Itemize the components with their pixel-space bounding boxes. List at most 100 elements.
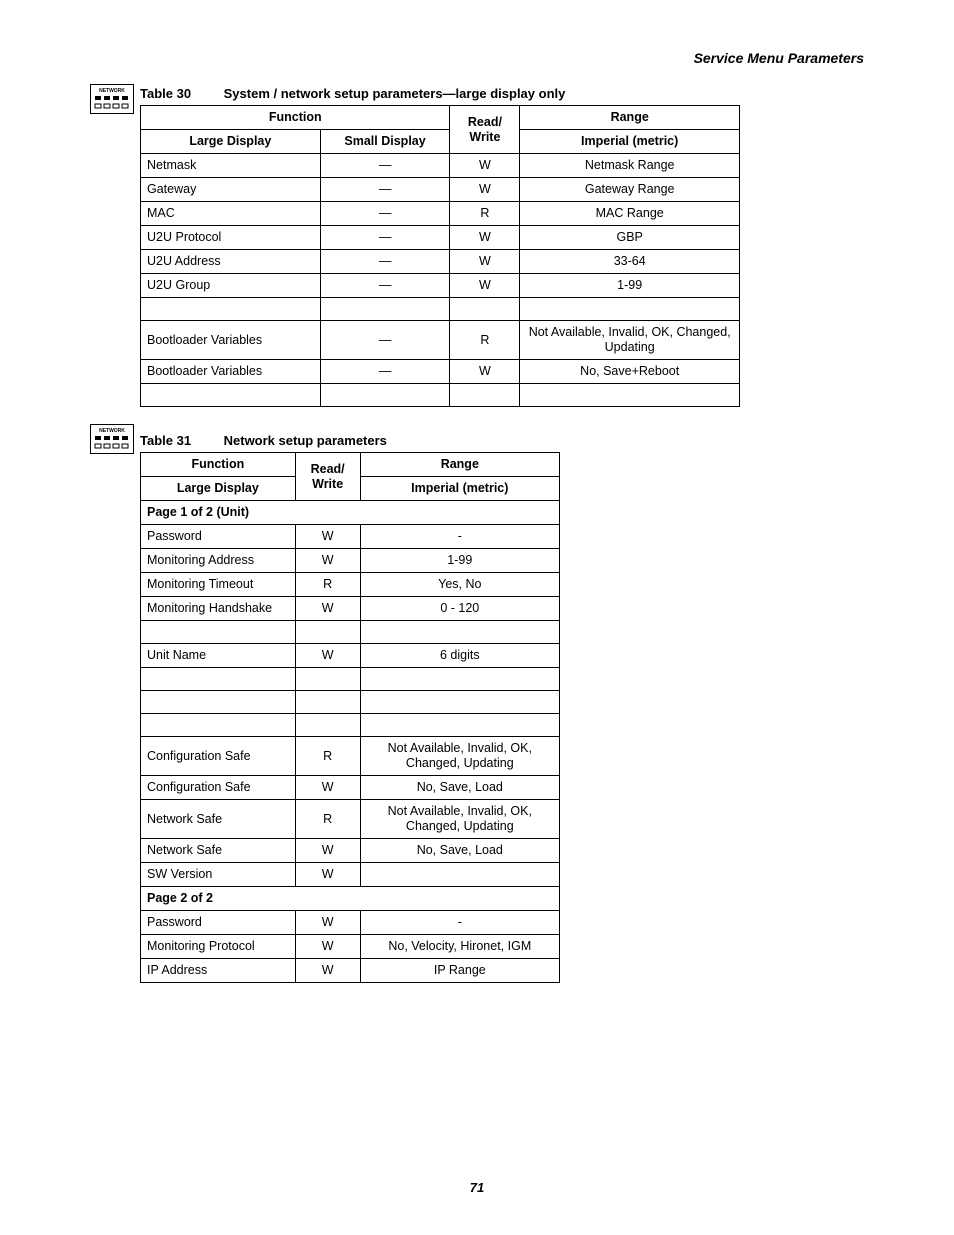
cell: Bootloader Variables — [141, 321, 321, 360]
cell: Not Available, Invalid, OK, Changed, Upd… — [360, 800, 559, 839]
table-row — [141, 714, 560, 737]
cell: No, Save+Reboot — [520, 360, 740, 384]
cell: — — [320, 178, 450, 202]
cell — [295, 714, 360, 737]
cell: IP Address — [141, 959, 296, 983]
th-read-write: Read/ Write — [295, 453, 360, 501]
table-row: Page 2 of 2 — [141, 887, 560, 911]
cell — [450, 298, 520, 321]
cell: Network Safe — [141, 839, 296, 863]
cell — [360, 691, 559, 714]
cell — [141, 691, 296, 714]
cell: W — [295, 597, 360, 621]
th-small-display: Small Display — [320, 130, 450, 154]
table-row: Configuration SafeWNo, Save, Load — [141, 776, 560, 800]
table-row: Monitoring TimeoutRYes, No — [141, 573, 560, 597]
th-read-write: Read/ Write — [450, 106, 520, 154]
cell — [141, 298, 321, 321]
table-row — [141, 668, 560, 691]
cell: W — [295, 525, 360, 549]
table-row: IP AddressWIP Range — [141, 959, 560, 983]
th-imperial-metric: Imperial (metric) — [360, 477, 559, 501]
table-row — [141, 384, 740, 407]
cell: W — [295, 776, 360, 800]
cell: 1-99 — [360, 549, 559, 573]
th-large-display: Large Display — [141, 130, 321, 154]
table-row: Monitoring AddressW1-99 — [141, 549, 560, 573]
th-imperial-metric: Imperial (metric) — [520, 130, 740, 154]
cell: — — [320, 202, 450, 226]
table-row: PasswordW- — [141, 525, 560, 549]
cell: U2U Protocol — [141, 226, 321, 250]
table-31-caption: Table 31 Network setup parameters — [140, 433, 864, 448]
cell: Password — [141, 525, 296, 549]
cell: W — [450, 274, 520, 298]
th-function: Function — [141, 106, 450, 130]
subheader-cell: Page 2 of 2 — [141, 887, 560, 911]
table-row — [141, 621, 560, 644]
cell: — — [320, 154, 450, 178]
cell — [360, 668, 559, 691]
cell: 0 - 120 — [360, 597, 559, 621]
cell: Monitoring Timeout — [141, 573, 296, 597]
table-row: Monitoring HandshakeW0 - 120 — [141, 597, 560, 621]
cell: Not Available, Invalid, OK, Changed, Upd… — [520, 321, 740, 360]
cell: — — [320, 226, 450, 250]
cell: - — [360, 525, 559, 549]
cell: — — [320, 274, 450, 298]
cell: W — [450, 250, 520, 274]
th-function: Function — [141, 453, 296, 477]
th-range: Range — [360, 453, 559, 477]
cell: R — [295, 573, 360, 597]
table-row: U2U Address—W33-64 — [141, 250, 740, 274]
cell — [360, 714, 559, 737]
cell: W — [295, 911, 360, 935]
table-31: Function Read/ Write Range Large Display… — [140, 452, 560, 983]
cell: Monitoring Address — [141, 549, 296, 573]
cell: W — [450, 154, 520, 178]
cell: W — [295, 959, 360, 983]
cell: No, Save, Load — [360, 776, 559, 800]
cell — [360, 863, 559, 887]
cell: W — [450, 360, 520, 384]
cell: Configuration Safe — [141, 776, 296, 800]
table-row: MAC—RMAC Range — [141, 202, 740, 226]
table-row: Gateway—WGateway Range — [141, 178, 740, 202]
section-header: Service Menu Parameters — [90, 50, 864, 66]
cell: No, Velocity, Hironet, IGM — [360, 935, 559, 959]
cell: — — [320, 250, 450, 274]
cell — [295, 691, 360, 714]
cell: U2U Address — [141, 250, 321, 274]
table-row: Page 1 of 2 (Unit) — [141, 501, 560, 525]
cell: SW Version — [141, 863, 296, 887]
cell — [295, 621, 360, 644]
cell — [141, 668, 296, 691]
cell: Gateway — [141, 178, 321, 202]
cell: Yes, No — [360, 573, 559, 597]
cell: 1-99 — [520, 274, 740, 298]
cell: Not Available, Invalid, OK, Changed, Upd… — [360, 737, 559, 776]
cell: — — [320, 360, 450, 384]
cell: W — [295, 549, 360, 573]
cell: W — [295, 935, 360, 959]
table-row: Bootloader Variables—RNot Available, Inv… — [141, 321, 740, 360]
table-row: Configuration SafeRNot Available, Invali… — [141, 737, 560, 776]
svg-text:NETWORK: NETWORK — [99, 428, 125, 434]
table-30-caption: Table 30 System / network setup paramete… — [140, 86, 864, 101]
table-row: SW VersionW — [141, 863, 560, 887]
cell — [520, 384, 740, 407]
th-large-display: Large Display — [141, 477, 296, 501]
cell: W — [295, 839, 360, 863]
table-row — [141, 298, 740, 321]
cell — [320, 298, 450, 321]
cell: W — [295, 644, 360, 668]
cell: R — [450, 202, 520, 226]
network-icon: NETWORK — [90, 424, 134, 454]
cell — [141, 714, 296, 737]
cell — [141, 621, 296, 644]
cell: Gateway Range — [520, 178, 740, 202]
table-30: Function Read/ Write Range Large Display… — [140, 105, 740, 407]
cell — [360, 621, 559, 644]
table-row: Network SafeRNot Available, Invalid, OK,… — [141, 800, 560, 839]
cell: R — [295, 737, 360, 776]
